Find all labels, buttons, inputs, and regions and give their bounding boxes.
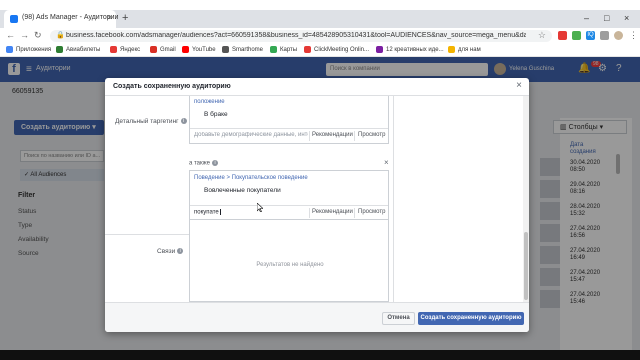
also-label: а также i — [189, 160, 218, 167]
browser-tab-bar: (98) Ads Manager - Аудитории × + – □ × — [0, 10, 640, 28]
bookmark-yandex[interactable]: Яндекс — [110, 46, 140, 53]
bookmark-folder[interactable]: для нам — [448, 46, 481, 53]
dialog-body: Детальный таргетинг i положение В браке Д… — [105, 96, 529, 302]
maximize-icon[interactable]: □ — [604, 13, 609, 23]
minimize-icon[interactable]: – — [584, 13, 589, 23]
forward-icon[interactable]: → — [20, 30, 29, 40]
screen: (98) Ads Manager - Аудитории × + – □ × ←… — [0, 0, 640, 360]
bookmarks-bar: Приложения Авиабилеты Яндекс Gmail YouTu… — [0, 44, 640, 57]
extension-icon-4[interactable] — [600, 31, 609, 40]
separator — [309, 131, 310, 141]
category-path-link[interactable]: положение — [194, 99, 225, 105]
recommendations-link[interactable]: Рекомендации — [312, 209, 353, 215]
remove-group-close-icon[interactable]: × — [384, 158, 389, 167]
bookmark-youtube[interactable]: YouTube — [182, 46, 216, 53]
dialog-scrollbar[interactable] — [523, 96, 529, 302]
browse-link[interactable]: Просмотр — [358, 132, 385, 138]
scrollbar-thumb[interactable] — [524, 232, 528, 300]
dialog-close-icon[interactable]: × — [516, 80, 522, 91]
smarthome-icon — [222, 46, 229, 53]
clickmeeting-icon — [304, 46, 311, 53]
address-bar-row: ← → ↻ 🔒 business.facebook.com/adsmanager… — [0, 28, 640, 44]
targeting-search-input[interactable]: Добавьте демографические данные, инте... — [194, 132, 308, 138]
targeting-block-1: положение В браке Добавьте демографическ… — [189, 96, 389, 144]
column-divider — [393, 96, 394, 302]
folder-icon — [448, 46, 455, 53]
tab-close-icon[interactable]: × — [107, 13, 112, 22]
create-saved-audience-dialog: Создать сохраненную аудиторию × Детальны… — [105, 78, 529, 332]
extension-icon-3[interactable]: IQ — [586, 31, 595, 40]
info-icon[interactable]: i — [177, 248, 184, 255]
window-close-icon[interactable]: × — [624, 13, 629, 23]
bookmark-flights[interactable]: Авиабилеты — [56, 46, 100, 53]
no-results-text: Результатов не найдено — [256, 262, 324, 268]
targeting-search-input[interactable]: покупате — [194, 209, 308, 216]
dialog-footer: Отмена Создать сохраненную аудиторию — [105, 302, 529, 332]
search-results-dropdown: Результатов не найдено — [189, 220, 389, 302]
facebook-favicon-icon — [10, 15, 18, 23]
text-caret — [219, 209, 221, 215]
creative-icon — [376, 46, 383, 53]
url-field[interactable]: 🔒 business.facebook.com/adsmanager/audie… — [50, 30, 552, 42]
back-icon[interactable]: ← — [6, 30, 15, 40]
category-path-link[interactable]: Поведение > Покупательское поведение — [194, 175, 308, 181]
bookmark-smarthome[interactable]: Smarthome — [222, 46, 263, 53]
tab-title: (98) Ads Manager - Аудитории — [22, 14, 119, 21]
apps-grid-icon — [6, 46, 13, 53]
browse-link[interactable]: Просмотр — [358, 209, 385, 215]
info-icon[interactable]: i — [180, 118, 187, 125]
gmail-icon — [150, 46, 157, 53]
extension-icon-2[interactable] — [572, 31, 581, 40]
bookmark-clickmeeting[interactable]: ClickMeeting Onlin... — [304, 46, 369, 53]
url-text: business.facebook.com/adsmanager/audienc… — [66, 32, 526, 39]
selected-item-married[interactable]: В браке — [204, 111, 228, 118]
mouse-cursor-icon — [257, 203, 263, 212]
extension-icon-1[interactable] — [558, 31, 567, 40]
section-divider — [105, 234, 189, 235]
targeting-block-2: Поведение > Покупательское поведение Вов… — [189, 170, 389, 220]
maps-icon — [270, 46, 277, 53]
targeting-input-row-2: покупате Рекомендации Просмотр — [190, 205, 388, 219]
cancel-button[interactable]: Отмена — [382, 312, 415, 325]
yandex-icon — [110, 46, 117, 53]
browser-tab[interactable]: (98) Ads Manager - Аудитории × — [4, 10, 119, 28]
bookmark-maps[interactable]: Карты — [270, 46, 297, 53]
separator — [354, 131, 355, 141]
new-tab-button[interactable]: + — [122, 12, 128, 24]
lock-icon: 🔒 — [56, 32, 65, 39]
plane-icon — [56, 46, 63, 53]
info-icon[interactable]: i — [212, 160, 218, 166]
bookmark-star-icon[interactable]: ☆ — [538, 30, 546, 41]
youtube-icon — [182, 46, 189, 53]
separator — [309, 208, 310, 218]
connections-label: Связи i — [157, 248, 184, 255]
bookmark-gmail[interactable]: Gmail — [150, 46, 176, 53]
dialog-title: Создать сохраненную аудиторию — [113, 83, 231, 90]
selected-item-engaged-shoppers[interactable]: Вовлеченные покупатели — [204, 187, 281, 194]
profile-avatar[interactable] — [614, 31, 623, 40]
bookmark-creative-ideas[interactable]: 12 креативных иде... — [376, 46, 444, 53]
reload-icon[interactable]: ↻ — [34, 30, 42, 41]
separator — [354, 208, 355, 218]
targeting-input-row-1: Добавьте демографические данные, инте...… — [190, 128, 388, 142]
dialog-header: Создать сохраненную аудиторию × — [105, 78, 529, 96]
create-saved-audience-button[interactable]: Создать сохраненную аудиторию — [418, 312, 524, 325]
bookmark-apps[interactable]: Приложения — [6, 46, 51, 53]
browser-menu-icon[interactable]: ⋮ — [629, 30, 638, 41]
os-taskbar — [0, 350, 640, 360]
detailed-targeting-label: Детальный таргетинг i — [115, 118, 187, 125]
recommendations-link[interactable]: Рекомендации — [312, 132, 353, 138]
